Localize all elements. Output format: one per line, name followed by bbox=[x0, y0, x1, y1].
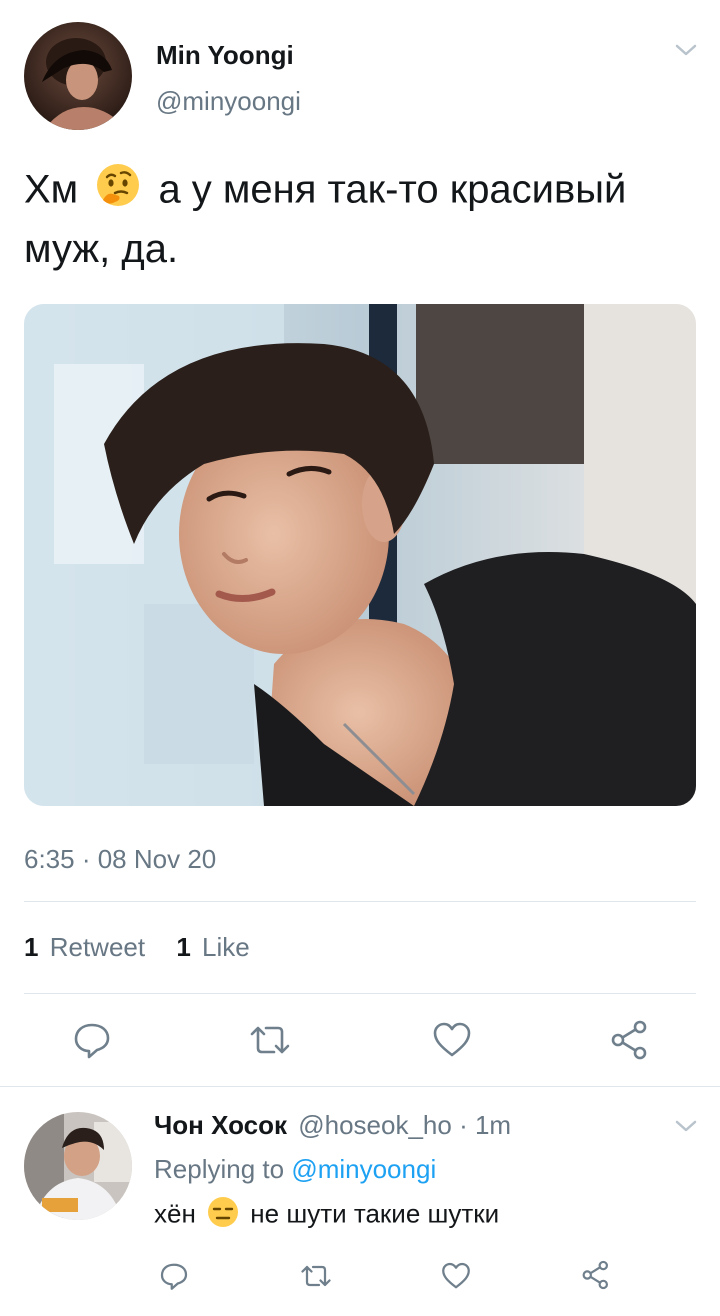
replying-to-link[interactable]: @minyoongi bbox=[291, 1154, 436, 1184]
share-button[interactable] bbox=[606, 1016, 654, 1064]
avatar[interactable] bbox=[24, 22, 132, 130]
like-label[interactable]: Like bbox=[202, 932, 250, 962]
tweet-timestamp[interactable]: 6:35 · 08 Nov 20 bbox=[24, 844, 216, 875]
display-name[interactable]: Min Yoongi bbox=[156, 40, 294, 71]
reply-text: хён не шути такие шутки bbox=[154, 1196, 499, 1235]
reply-avatar-image bbox=[24, 1112, 132, 1220]
retweet-count[interactable]: 1 bbox=[24, 932, 38, 962]
thinking-face-icon bbox=[95, 162, 141, 222]
reply-reply-button[interactable] bbox=[156, 1258, 192, 1294]
reply-text-start: хён bbox=[154, 1198, 196, 1229]
reply-display-name[interactable]: Чон Хосок bbox=[154, 1110, 287, 1140]
reply-share-button[interactable] bbox=[578, 1256, 614, 1294]
chevron-down-icon[interactable] bbox=[672, 1116, 700, 1136]
reply-retweet-button[interactable] bbox=[296, 1258, 336, 1294]
divider bbox=[24, 993, 696, 994]
like-icon bbox=[442, 1262, 470, 1289]
reply-icon bbox=[74, 1023, 110, 1059]
engagement-stats: 1 Retweet 1 Like bbox=[24, 932, 250, 963]
reply-button[interactable] bbox=[68, 1018, 116, 1062]
tweet-media-image[interactable] bbox=[24, 304, 696, 806]
tweet-text: Хм а у меня так-то красивый муж, да. bbox=[24, 162, 704, 276]
reply-time[interactable]: · 1m bbox=[459, 1110, 511, 1140]
divider bbox=[0, 1086, 720, 1087]
tweet-text-start: Хм bbox=[24, 167, 79, 212]
expressionless-face-icon bbox=[207, 1196, 239, 1235]
like-icon bbox=[433, 1022, 471, 1057]
like-count[interactable]: 1 bbox=[176, 932, 190, 962]
reply-icon bbox=[160, 1263, 188, 1290]
reply-avatar[interactable] bbox=[24, 1112, 132, 1220]
share-icon bbox=[611, 1020, 647, 1060]
reply-handle[interactable]: @hoseok_ho bbox=[298, 1110, 452, 1140]
chevron-down-icon[interactable] bbox=[672, 40, 700, 60]
replying-to: Replying to @minyoongi bbox=[154, 1154, 436, 1185]
handle[interactable]: @minyoongi bbox=[156, 86, 301, 117]
avatar-image bbox=[24, 22, 132, 130]
retweet-button[interactable] bbox=[244, 1018, 296, 1062]
retweet-icon bbox=[250, 1026, 290, 1054]
replying-to-prefix: Replying to bbox=[154, 1154, 285, 1184]
like-button[interactable] bbox=[428, 1018, 476, 1062]
share-icon bbox=[582, 1260, 608, 1290]
retweet-label[interactable]: Retweet bbox=[50, 932, 145, 962]
divider bbox=[24, 901, 696, 902]
reply-like-button[interactable] bbox=[438, 1258, 474, 1294]
retweet-icon bbox=[301, 1265, 331, 1287]
reply-header: Чон Хосок @hoseok_ho · 1m bbox=[154, 1110, 511, 1141]
reply-text-end: не шути такие шутки bbox=[250, 1198, 500, 1229]
